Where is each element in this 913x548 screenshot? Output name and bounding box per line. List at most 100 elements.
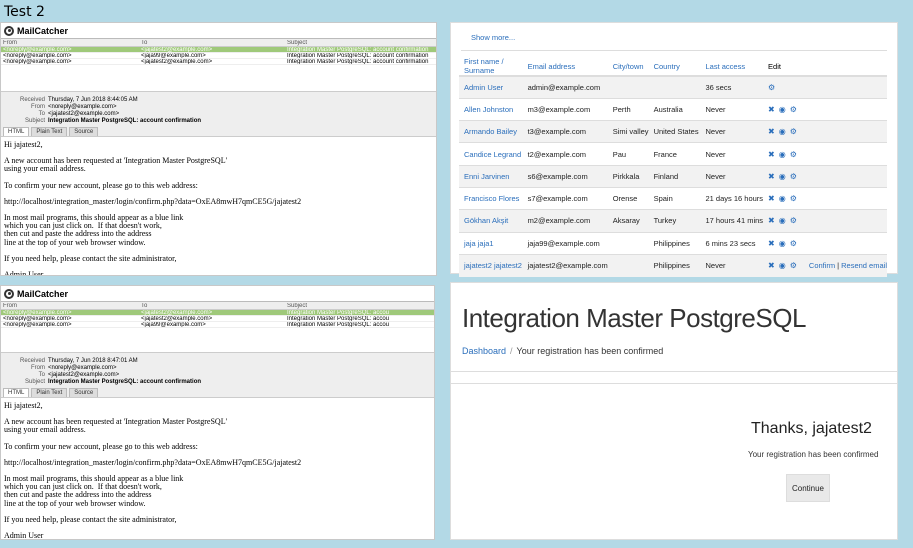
- page-title: Test 2: [4, 4, 45, 20]
- message-from-detail-label: From: [31, 364, 45, 371]
- user-name-link[interactable]: Candice Legrand: [459, 142, 523, 166]
- resend-email-link[interactable]: Resend email: [841, 261, 887, 270]
- gear-icon[interactable]: ⚙: [790, 150, 797, 159]
- user-edit-actions: ✖ ◉ ⚙ Confirm | Resend email: [763, 253, 887, 277]
- continue-button[interactable]: Continue: [786, 474, 830, 502]
- message-paragraph: If you need help, please contact the sit…: [4, 514, 177, 524]
- column-to[interactable]: To: [141, 303, 287, 309]
- user-row: Gökhan Akşit m2@example.com Aksaray Turkey 1…: [459, 209, 887, 233]
- message-received-label: Received: [19, 96, 45, 103]
- user-email: s7@example.com: [522, 186, 608, 210]
- user-name-link[interactable]: Armando Bailey: [459, 120, 523, 143]
- message-paragraph: A new account has been requested at 'Int…: [4, 156, 228, 174]
- column-subject[interactable]: Subject: [287, 40, 436, 46]
- message-received: Received Thursday, 7 Jun 2018 8:47:01 AM: [1, 357, 434, 364]
- header-country[interactable]: Country: [648, 57, 701, 77]
- column-to[interactable]: To: [141, 40, 287, 46]
- mailcatcher-window-1: MailCatcher From To Subject <noreply@example…: [0, 22, 437, 276]
- message-subject: Integration Master PostgreSQL: account c…: [287, 47, 429, 53]
- message-received-value: Thursday, 7 Jun 2018 8:47:01 AM: [48, 357, 138, 364]
- message-paragraph: Admin User: [4, 270, 44, 276]
- user-name-link[interactable]: jaja jaja1: [459, 231, 523, 255]
- user-row: Admin User admin@example.com 36 secs ⚙: [459, 75, 887, 99]
- trash-icon[interactable]: ✖: [768, 172, 775, 181]
- user-name-link[interactable]: Francisco Flores: [459, 186, 523, 210]
- message-from-detail: From <noreply@example.com>: [1, 103, 436, 110]
- tab-source[interactable]: Source: [69, 388, 99, 397]
- tab-plain-text[interactable]: Plain Text: [31, 127, 68, 136]
- tab-plain-text[interactable]: Plain Text: [31, 388, 68, 397]
- eye-icon[interactable]: ◉: [779, 150, 786, 159]
- eye-icon[interactable]: ◉: [779, 194, 786, 203]
- trash-icon[interactable]: ✖: [768, 239, 775, 248]
- eye-icon[interactable]: ◉: [779, 239, 786, 248]
- user-last-access: Never: [700, 97, 764, 121]
- user-row: Francisco Flores s7@example.com Orense Spai…: [459, 186, 887, 210]
- header-last-access[interactable]: Last access: [700, 57, 764, 77]
- user-city: Orense: [607, 186, 649, 210]
- site-title: Integration Master PostgreSQL: [462, 303, 806, 333]
- message-subject: Integration Master PostgreSQL: account c…: [287, 59, 429, 65]
- eye-icon[interactable]: ◉: [779, 105, 786, 114]
- user-row: jajatest2 jajatest2 jajatest2@example.com…: [459, 253, 887, 277]
- user-country: Philippines: [648, 231, 701, 255]
- show-more-link[interactable]: Show more...: [471, 33, 515, 42]
- gear-icon[interactable]: ⚙: [790, 194, 797, 203]
- message-to: <jaja99@example.com>: [141, 53, 206, 59]
- trash-icon[interactable]: ✖: [768, 150, 775, 159]
- header-city[interactable]: City/town: [607, 57, 649, 77]
- tab-html[interactable]: HTML: [3, 388, 30, 397]
- message-to: <jajatest2@example.com>: [141, 59, 213, 65]
- eye-icon[interactable]: ◉: [779, 127, 786, 136]
- column-from[interactable]: From: [1, 40, 141, 46]
- user-name-link[interactable]: Gökhan Akşit: [459, 209, 523, 233]
- user-name-link[interactable]: jajatest2 jajatest2: [459, 253, 523, 277]
- column-subject[interactable]: Subject: [287, 303, 434, 309]
- message-to: <jajatest2@example.com>: [141, 316, 213, 322]
- user-email: m3@example.com: [522, 97, 608, 121]
- tab-html[interactable]: HTML: [3, 127, 30, 136]
- breadcrumb-dashboard[interactable]: Dashboard: [462, 346, 506, 356]
- trash-icon[interactable]: ✖: [768, 127, 775, 136]
- user-name-link[interactable]: Admin User: [459, 75, 523, 99]
- message-received-value: Thursday, 7 Jun 2018 8:44:05 AM: [48, 96, 138, 103]
- user-edit-actions: ✖ ◉ ⚙: [763, 186, 887, 210]
- header-email[interactable]: Email address: [522, 57, 608, 77]
- message-from: <noreply@example.com>: [3, 310, 72, 316]
- message-to-detail: To <jajatest2@example.com>: [1, 110, 436, 117]
- column-from[interactable]: From: [1, 303, 141, 309]
- message-paragraph: In most mail programs, this should appea…: [4, 213, 184, 247]
- eye-icon[interactable]: ◉: [779, 261, 786, 270]
- user-country: Spain: [648, 186, 701, 210]
- gear-icon[interactable]: ⚙: [790, 239, 797, 248]
- user-city: Pau: [607, 142, 649, 166]
- user-city: [607, 75, 649, 99]
- trash-icon[interactable]: ✖: [768, 261, 775, 270]
- divider: [451, 371, 897, 372]
- user-city: [607, 253, 649, 277]
- user-row: Candice Legrand t2@example.com Pau France Ne…: [459, 142, 887, 166]
- tab-source[interactable]: Source: [69, 127, 99, 136]
- gear-icon[interactable]: ⚙: [790, 216, 797, 225]
- eye-icon[interactable]: ◉: [779, 216, 786, 225]
- header-name[interactable]: First name / Surname: [459, 57, 523, 77]
- gear-icon[interactable]: ⚙: [768, 83, 775, 92]
- user-name-link[interactable]: Enni Jarvinen: [459, 164, 523, 188]
- gear-icon[interactable]: ⚙: [790, 127, 797, 136]
- eye-icon[interactable]: ◉: [779, 172, 786, 181]
- trash-icon[interactable]: ✖: [768, 105, 775, 114]
- message-from-detail-value: <noreply@example.com>: [48, 364, 117, 371]
- user-country: [648, 75, 701, 99]
- user-country: Turkey: [648, 209, 701, 233]
- confirm-link[interactable]: Confirm: [809, 261, 835, 270]
- gear-icon[interactable]: ⚙: [790, 261, 797, 270]
- user-row: jaja jaja1 jaja99@example.com Philippines 6…: [459, 231, 887, 255]
- user-name-link[interactable]: Allen Johnston: [459, 97, 523, 121]
- gear-icon[interactable]: ⚙: [790, 172, 797, 181]
- gear-icon[interactable]: ⚙: [790, 105, 797, 114]
- mailcatcher-logo-icon: [4, 288, 14, 299]
- trash-icon[interactable]: ✖: [768, 194, 775, 203]
- trash-icon[interactable]: ✖: [768, 216, 775, 225]
